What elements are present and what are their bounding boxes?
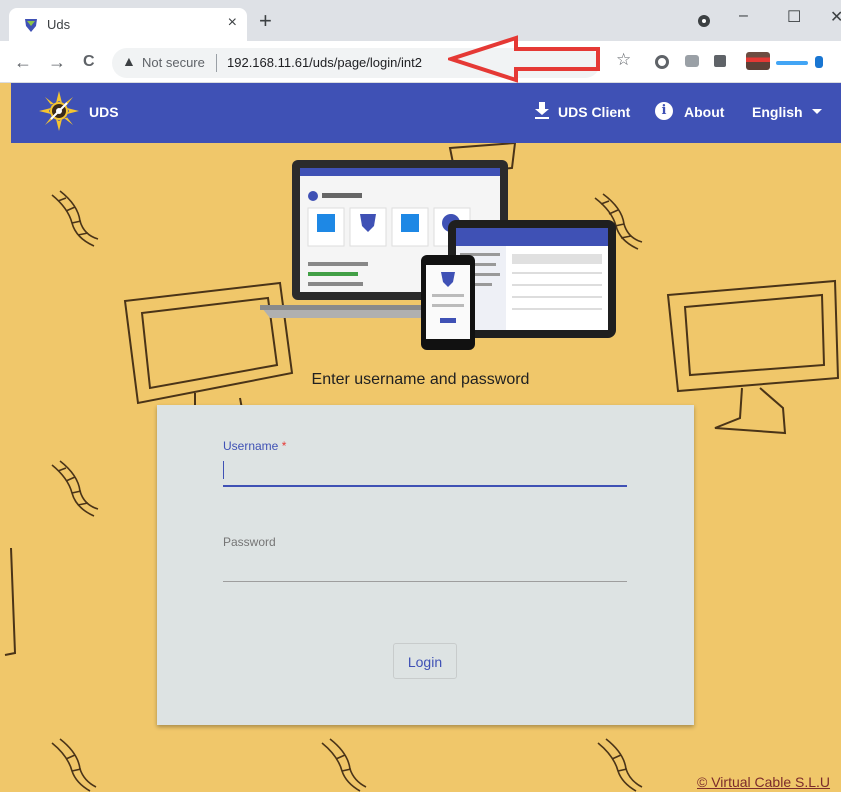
record-icon[interactable]: [698, 15, 710, 27]
close-window-button[interactable]: ✕: [830, 7, 841, 27]
required-mark: *: [281, 439, 287, 453]
browser-tab[interactable]: Uds ×: [9, 8, 247, 41]
uds-logo-icon[interactable]: [39, 91, 79, 131]
username-field[interactable]: [223, 485, 627, 487]
warning-icon[interactable]: ▲: [122, 53, 136, 69]
uds-client-link[interactable]: UDS Client: [558, 104, 630, 120]
devices-illustration: [260, 160, 616, 350]
cast-icon[interactable]: [685, 55, 699, 67]
browser-tabstrip: Uds × + – ☐ ✕: [0, 0, 841, 41]
opera-icon[interactable]: [655, 55, 669, 69]
about-link[interactable]: About: [684, 104, 724, 120]
profile-icon[interactable]: [746, 52, 770, 70]
login-prompt: Enter username and password: [311, 371, 530, 388]
new-tab-button[interactable]: +: [259, 10, 272, 32]
url-text[interactable]: 192.168.11.61/uds/page/login/int2: [227, 55, 422, 70]
extension-icon[interactable]: [776, 61, 808, 65]
login-button[interactable]: Login: [393, 643, 457, 679]
puzzle-icon[interactable]: [714, 55, 726, 67]
annotation-arrow-icon: [448, 35, 600, 83]
reload-button[interactable]: C: [83, 53, 95, 71]
download-icon[interactable]: [534, 102, 550, 120]
tab-title: Uds: [47, 17, 71, 32]
back-button[interactable]: ←: [14, 52, 32, 73]
chevron-down-icon[interactable]: [812, 109, 822, 114]
maximize-button[interactable]: ☐: [787, 7, 801, 27]
info-icon[interactable]: i: [655, 102, 673, 120]
copyright-link[interactable]: © Virtual Cable S.L.U: [697, 774, 830, 790]
text-cursor: [223, 461, 224, 479]
extension-icon[interactable]: [815, 56, 823, 68]
password-label: Password: [223, 535, 276, 549]
minimize-button[interactable]: –: [739, 7, 748, 25]
login-card: Username * Password Login: [157, 405, 694, 725]
tab-close-icon[interactable]: ×: [228, 14, 237, 32]
star-icon[interactable]: ☆: [616, 50, 631, 70]
app-header: UDS UDS Client i About English: [11, 83, 841, 143]
browser-toolbar: ← → C ▲ Not secure 192.168.11.61/uds/pag…: [0, 41, 841, 83]
security-label[interactable]: Not secure: [142, 55, 205, 70]
divider: [216, 54, 217, 72]
password-field[interactable]: [223, 581, 627, 582]
language-selector[interactable]: English: [752, 104, 803, 120]
uds-favicon-icon: [25, 19, 37, 32]
forward-button[interactable]: →: [48, 52, 66, 73]
brand-title[interactable]: UDS: [89, 104, 119, 120]
username-label: Username *: [223, 439, 287, 453]
